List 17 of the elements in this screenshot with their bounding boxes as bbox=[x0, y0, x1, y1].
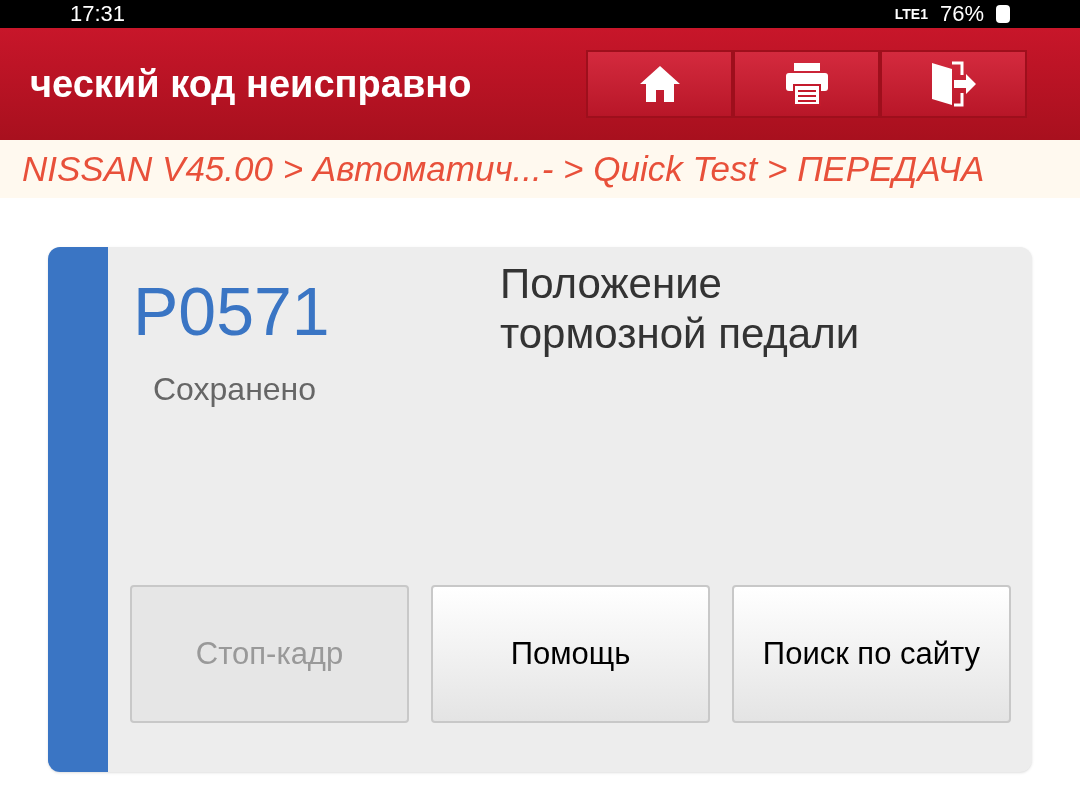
battery-text: 76% bbox=[939, 3, 984, 25]
battery-icon bbox=[996, 5, 1010, 23]
header-button[interactable] bbox=[586, 50, 733, 118]
action-button[interactable]: Поиск по сайту bbox=[732, 585, 1011, 723]
exit-door-icon bbox=[929, 61, 978, 107]
dtc-description: Положение тормозной педали bbox=[499, 259, 861, 360]
breadcrumb: NISSAN V45.00 > Автоматич...- > Quick Test > ПЕРЕДАЧА bbox=[22, 147, 985, 190]
printer-icon bbox=[783, 61, 830, 107]
header-button[interactable] bbox=[733, 50, 880, 118]
dtc-code: P0571 bbox=[132, 277, 331, 345]
header-title: ческий код неисправно bbox=[30, 61, 472, 107]
home-icon bbox=[638, 64, 681, 104]
action-button[interactable]: Помощь bbox=[431, 585, 710, 723]
network-text: LTE1 bbox=[894, 7, 928, 21]
header-button[interactable] bbox=[880, 50, 1027, 118]
clock-text: 17:31 bbox=[70, 3, 126, 25]
dtc-status: Сохранено bbox=[152, 370, 318, 409]
